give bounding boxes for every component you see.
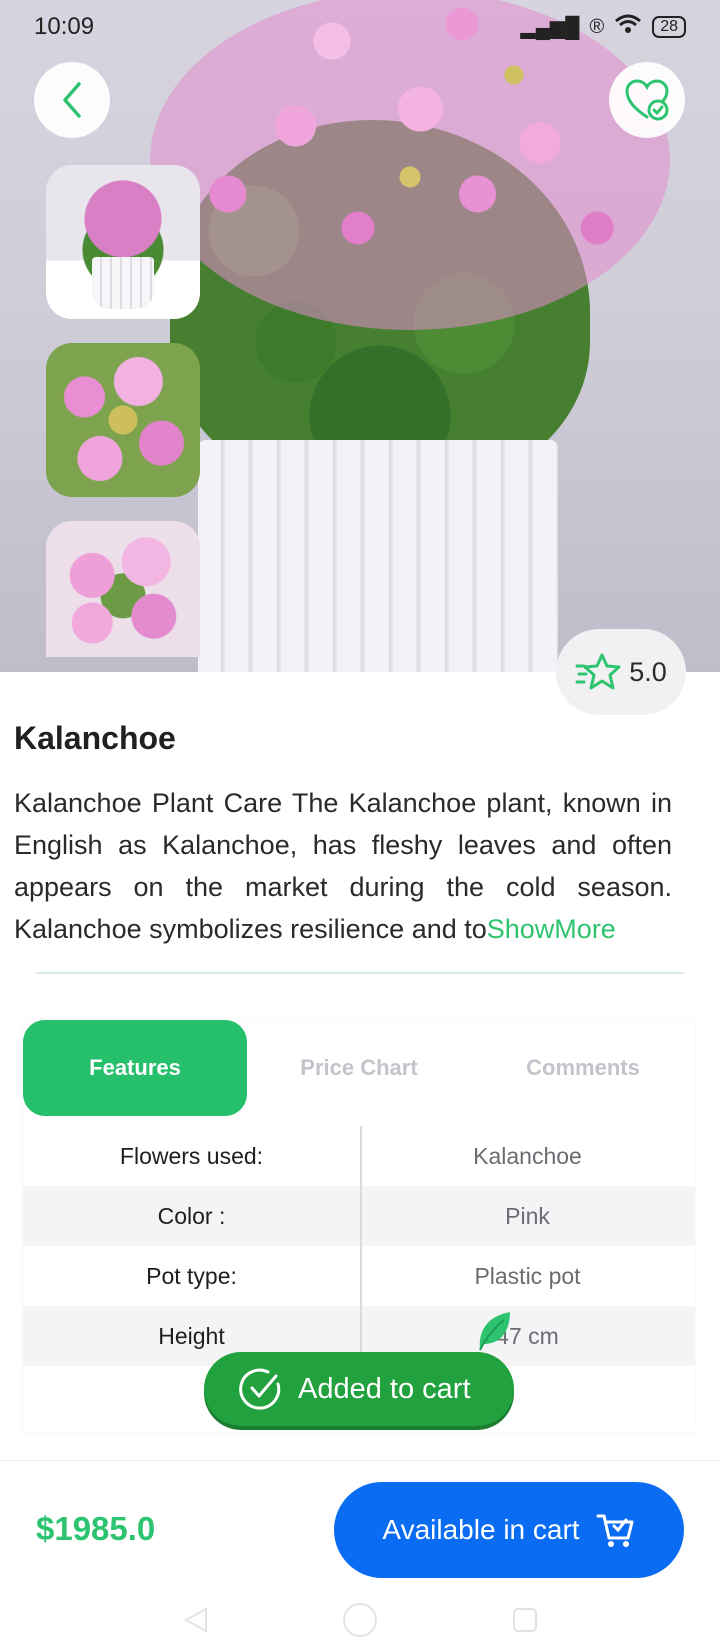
tab-comments[interactable]: Comments xyxy=(471,1020,695,1116)
product-description: Kalanchoe Plant Care The Kalanchoe plant… xyxy=(14,782,672,950)
cart-check-icon xyxy=(596,1514,634,1547)
status-time: 10:09 xyxy=(34,13,95,40)
feature-key: Height xyxy=(158,1322,225,1349)
gallery-thumbnail-3[interactable] xyxy=(46,521,200,657)
back-button[interactable] xyxy=(34,62,110,138)
product-title: Kalanchoe xyxy=(14,720,176,756)
section-divider xyxy=(36,972,684,974)
gallery-thumbnail-1[interactable] xyxy=(46,165,200,319)
status-icons: ▂▄▆█ ® 28 xyxy=(520,13,686,41)
show-more-link[interactable]: ShowMore xyxy=(487,914,616,944)
nav-recents-icon[interactable] xyxy=(510,1605,540,1635)
feature-value: Plastic pot xyxy=(474,1262,581,1289)
tab-price-chart[interactable]: Price Chart xyxy=(247,1020,471,1116)
tab-features[interactable]: Features xyxy=(23,1020,247,1116)
battery-icon: 28 xyxy=(652,16,686,38)
nav-home-icon[interactable] xyxy=(340,1600,380,1640)
feature-value: Kalanchoe xyxy=(473,1142,582,1169)
feature-row: Flowers used: Kalanchoe xyxy=(23,1126,695,1186)
rating-badge: 5.0 xyxy=(556,629,686,715)
status-bar: 10:09 ▂▄▆█ ® 28 xyxy=(0,0,720,54)
registered-icon: ® xyxy=(589,15,605,38)
feature-row: Color : Pink xyxy=(23,1186,695,1246)
feature-key: Pot type: xyxy=(146,1262,237,1289)
feature-value: 47 cm xyxy=(496,1322,559,1349)
price-label: $1985.0 xyxy=(36,1510,156,1547)
plant-pot xyxy=(198,440,558,672)
chevron-left-icon xyxy=(63,82,81,118)
signal-icon: ▂▄▆█ xyxy=(520,16,580,39)
wifi-icon xyxy=(614,13,642,41)
star-icon xyxy=(575,653,621,690)
rating-value: 5.0 xyxy=(629,656,667,687)
heart-check-icon xyxy=(625,79,669,121)
toast-label: Added to cart xyxy=(298,1372,471,1405)
cart-button-label: Available in cart xyxy=(382,1514,580,1545)
favorite-button[interactable] xyxy=(609,62,685,138)
gallery-thumbnail-2[interactable] xyxy=(46,343,200,497)
nav-back-icon[interactable] xyxy=(180,1605,210,1635)
feature-key: Color : xyxy=(157,1202,226,1229)
available-in-cart-button[interactable]: Available in cart xyxy=(334,1482,684,1578)
added-to-cart-toast: Added to cart xyxy=(204,1352,514,1426)
feature-row: Pot type: Plastic pot xyxy=(23,1246,695,1306)
check-circle-icon xyxy=(239,1368,281,1410)
leaf-icon xyxy=(479,1312,510,1351)
column-divider xyxy=(360,1126,362,1370)
feature-value: Pink xyxy=(505,1202,550,1229)
feature-key: Flowers used: xyxy=(119,1142,264,1169)
system-navigation xyxy=(0,1590,720,1650)
